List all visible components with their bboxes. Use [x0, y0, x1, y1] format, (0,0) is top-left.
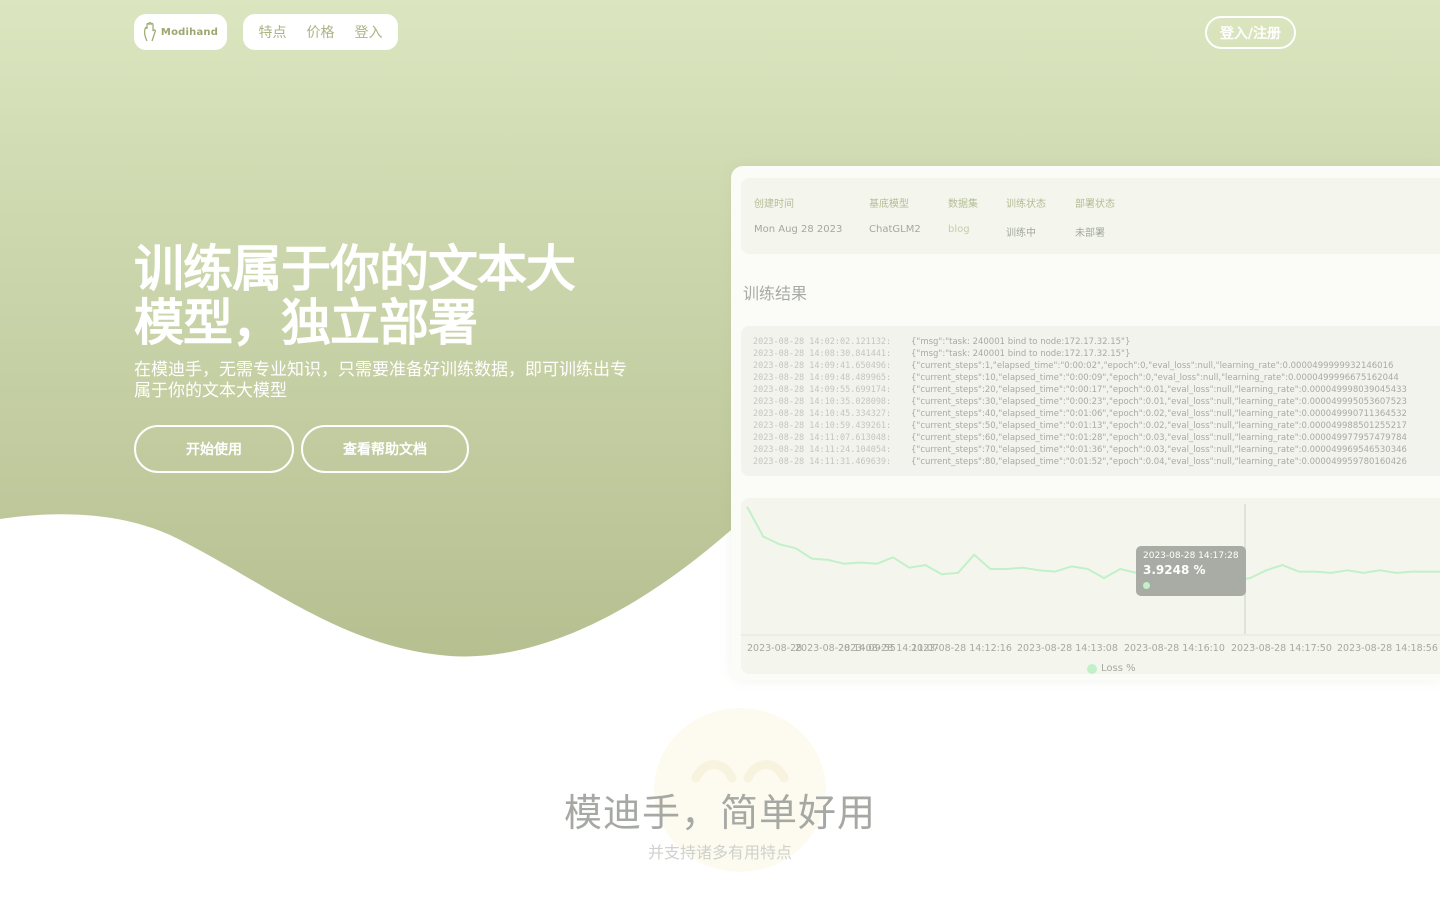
info-col-base-model: 基底模型 ChatGLM2 [869, 195, 921, 235]
docs-button[interactable]: 查看帮助文档 [301, 425, 469, 473]
log-line: 2023-08-28 14:10:45.334327: {"current_ste… [753, 409, 1440, 421]
info-header: 训练状态 [1006, 199, 1046, 210]
log-message: {"current_steps":80,"elapsed_time":"0:01… [911, 457, 1407, 467]
x-axis-labels: 2023-08-28 2023-08-28 14:09:55 2023-08-28 … [741, 643, 1440, 657]
log-message: {"msg":"task: 240001 bind to node:172.17… [911, 349, 1131, 359]
log-message: {"current_steps":40,"elapsed_time":"0:01… [911, 409, 1407, 419]
log-timestamp: 2023-08-28 14:10:59.439261: [753, 421, 892, 431]
log-message: {"current_steps":1,"elapsed_time":"0:00:… [911, 361, 1394, 371]
info-header: 数据集 [948, 199, 978, 210]
info-header: 基底模型 [869, 199, 909, 210]
log-lines: 2023-08-28 14:02:02.121132: {"msg":"task:… [753, 337, 1440, 469]
tooltip-series-dot [1143, 582, 1150, 589]
log-timestamp: 2023-08-28 14:10:35.028098: [753, 397, 892, 407]
log-timestamp: 2023-08-28 14:09:55.699174: [753, 385, 892, 395]
x-tick-label: 2023-08-28 14:13:08 [1017, 643, 1118, 654]
log-message: {"msg":"task: 240001 bind to node:172.17… [911, 337, 1131, 347]
hand-icon [143, 22, 156, 42]
features-title: 模迪手，简单好用 [563, 791, 876, 835]
chart-legend[interactable]: Loss % [1087, 663, 1136, 674]
task-info-card: 创建时间 Mon Aug 28 2023 基底模型 ChatGLM2 数据集 b… [741, 178, 1440, 254]
login-register-button[interactable]: 登入/注册 [1205, 16, 1296, 49]
hero-subtitle: 在模迪手，无需专业知识，只需要准备好训练数据，即可训练出专属于你的文本大模型 [134, 360, 627, 401]
training-log: 2023-08-28 14:02:02.121132: {"msg":"task:… [741, 326, 1440, 476]
log-message: {"current_steps":20,"elapsed_time":"0:00… [911, 385, 1407, 395]
nav-link-login[interactable]: 登入 [355, 22, 383, 42]
logo-text: Modihand [160, 26, 219, 38]
log-line: 2023-08-28 14:10:59.439261: {"current_ste… [753, 421, 1440, 433]
log-timestamp: 2023-08-28 14:11:07.613048: [753, 433, 892, 443]
logo[interactable]: Modihand [134, 14, 227, 50]
log-timestamp: 2023-08-28 14:10:45.334327: [753, 409, 892, 419]
nav-menu: 特点 价格 登入 [243, 14, 398, 50]
start-button[interactable]: 开始使用 [134, 425, 294, 473]
log-line: 2023-08-28 14:09:55.699174: {"current_ste… [753, 385, 1440, 397]
info-col-train-status: 训练状态 训练中 [1006, 195, 1046, 239]
log-timestamp: 2023-08-28 14:11:31.469639: [753, 457, 892, 467]
log-line: 2023-08-28 14:11:24.104054: {"current_ste… [753, 445, 1440, 457]
tooltip-value: 3.9248 % [1143, 563, 1206, 577]
legend-dot [1087, 663, 1097, 674]
info-value: ChatGLM2 [869, 224, 921, 235]
features-subtitle: 并支持诸多有用特点 [647, 843, 792, 862]
log-message: {"current_steps":30,"elapsed_time":"0:00… [911, 397, 1407, 407]
log-message: {"current_steps":50,"elapsed_time":"0:01… [911, 421, 1407, 431]
tooltip-date: 2023-08-28 14:17:28 [1143, 551, 1239, 561]
info-header: 创建时间 [754, 199, 794, 210]
log-line: 2023-08-28 14:08:30.841441: {"msg":"task:… [753, 349, 1440, 361]
info-value: Mon Aug 28 2023 [754, 224, 843, 235]
dashboard-preview: 创建时间 Mon Aug 28 2023 基底模型 ChatGLM2 数据集 b… [731, 166, 1440, 680]
log-timestamp: 2023-08-28 14:02:02.121132: [753, 337, 892, 347]
x-tick-label: 2023-08-28 [747, 643, 803, 654]
results-label: 训练结果 [743, 284, 808, 303]
dataset-link[interactable]: blog [948, 224, 978, 235]
log-message: {"current_steps":10,"elapsed_time":"0:00… [911, 373, 1399, 383]
info-value: 未部署 [1075, 228, 1105, 239]
log-message: {"current_steps":60,"elapsed_time":"0:01… [911, 433, 1407, 443]
log-line: 2023-08-28 14:11:31.469639: {"current_ste… [753, 457, 1440, 469]
info-col-dataset: 数据集 blog [948, 195, 978, 235]
nav-link-features[interactable]: 特点 [259, 22, 287, 42]
info-col-deploy-status: 部署状态 未部署 [1075, 195, 1115, 239]
loss-chart: 2023-08-28 14:17:28 3.9248 % 2023-08-28 2… [741, 498, 1440, 674]
log-line: 2023-08-28 14:09:48.489965: {"current_ste… [753, 373, 1440, 385]
x-tick-label: 2023-08-28 14:18:56 [1337, 643, 1438, 654]
log-timestamp: 2023-08-28 14:09:41.650496: [753, 361, 892, 371]
log-line: 2023-08-28 14:09:41.650496: {"current_ste… [753, 361, 1440, 373]
hero-title: 训练属于你的文本大模型，独立部署 [134, 240, 576, 352]
log-line: 2023-08-28 14:11:07.613048: {"current_ste… [753, 433, 1440, 445]
log-line: 2023-08-28 14:10:35.028098: {"current_ste… [753, 397, 1440, 409]
x-tick-label: 2023-08-28 14:12:16 [911, 643, 1012, 654]
log-timestamp: 2023-08-28 14:11:24.104054: [753, 445, 892, 455]
log-timestamp: 2023-08-28 14:09:48.489965: [753, 373, 892, 383]
chart-tooltip: 2023-08-28 14:17:28 3.9248 % [1136, 546, 1246, 596]
x-tick-label: 2023-08-28 14:16:10 [1124, 643, 1225, 654]
loss-series-line [746, 506, 1440, 582]
info-value: 训练中 [1006, 228, 1036, 239]
nav-link-pricing[interactable]: 价格 [307, 22, 335, 42]
log-line: 2023-08-28 14:02:02.121132: {"msg":"task:… [753, 337, 1440, 349]
log-message: {"current_steps":70,"elapsed_time":"0:01… [911, 445, 1407, 455]
log-timestamp: 2023-08-28 14:08:30.841441: [753, 349, 892, 359]
legend-label: Loss % [1101, 663, 1136, 674]
info-col-created: 创建时间 Mon Aug 28 2023 [754, 195, 842, 235]
info-header: 部署状态 [1075, 199, 1115, 210]
x-tick-label: 2023-08-28 14:17:50 [1231, 643, 1332, 654]
